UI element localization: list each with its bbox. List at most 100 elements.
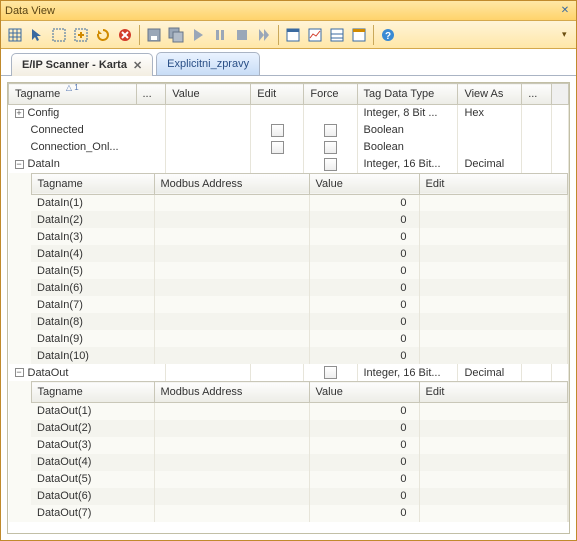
cell-edit bbox=[419, 403, 568, 420]
table-row[interactable]: DataIn(7)0 bbox=[31, 296, 568, 313]
col-dots[interactable]: ... bbox=[136, 84, 166, 105]
cell-value: 0 bbox=[309, 437, 419, 454]
delete-icon[interactable] bbox=[115, 25, 135, 45]
subcol-value[interactable]: Value bbox=[309, 382, 419, 403]
skip-icon[interactable] bbox=[254, 25, 274, 45]
subcol-modbus[interactable]: Modbus Address bbox=[154, 382, 309, 403]
cell-value: 0 bbox=[309, 505, 419, 522]
grid-icon[interactable] bbox=[5, 25, 25, 45]
cell-edit bbox=[419, 313, 568, 330]
cell-value: 0 bbox=[309, 420, 419, 437]
cell-value: 0 bbox=[309, 330, 419, 347]
table-row[interactable]: DataIn(4)0 bbox=[31, 245, 568, 262]
cell-datatype: Boolean bbox=[357, 122, 458, 139]
subcol-tagname[interactable]: Tagname bbox=[31, 382, 154, 403]
subcol-edit[interactable]: Edit bbox=[419, 173, 568, 194]
cell-datatype: Integer, 16 Bit... bbox=[357, 156, 458, 173]
grid-panel[interactable]: △ 1Tagname ... Value Edit Force Tag Data… bbox=[7, 82, 570, 534]
subcol-tagname[interactable]: Tagname bbox=[31, 173, 154, 194]
data-view-window: Data View ✕ ? ▾ E/IP Scanner - Karta ✕ E… bbox=[0, 0, 577, 541]
cell-tagname: Connected bbox=[9, 122, 137, 139]
cell-tagname: DataIn(10) bbox=[31, 347, 154, 364]
tab-label: Explicitni_zpravy bbox=[167, 58, 249, 70]
cell-tagname: DataIn(1) bbox=[31, 194, 154, 211]
chart-icon[interactable] bbox=[305, 25, 325, 45]
row-connection-onl[interactable]: Connection_Onl... Boolean bbox=[9, 139, 569, 156]
cell-value: 0 bbox=[309, 245, 419, 262]
cell-datatype: Integer, 16 Bit... bbox=[357, 364, 458, 381]
save-icon[interactable] bbox=[144, 25, 164, 45]
insert-icon[interactable] bbox=[71, 25, 91, 45]
cell-viewas: Decimal bbox=[458, 156, 522, 173]
table2-icon[interactable] bbox=[327, 25, 347, 45]
table-row[interactable]: DataOut(4)0 bbox=[31, 454, 568, 471]
tab-explicitni[interactable]: Explicitni_zpravy bbox=[156, 52, 260, 75]
record-icon[interactable] bbox=[232, 25, 252, 45]
subcol-value[interactable]: Value bbox=[309, 173, 419, 194]
table-row[interactable]: DataIn(1)0 bbox=[31, 194, 568, 211]
play-icon[interactable] bbox=[188, 25, 208, 45]
sub-header-row: Tagname Modbus Address Value Edit DataOu… bbox=[9, 381, 569, 522]
col-dots2[interactable]: ... bbox=[522, 84, 552, 105]
table-row[interactable]: DataIn(10)0 bbox=[31, 347, 568, 364]
cell-datatype: Integer, 8 Bit ... bbox=[357, 105, 458, 122]
cursor-icon[interactable] bbox=[27, 25, 47, 45]
subcol-modbus[interactable]: Modbus Address bbox=[154, 173, 309, 194]
tab-eip-scanner[interactable]: E/IP Scanner - Karta ✕ bbox=[11, 53, 153, 76]
table-row[interactable]: DataOut(1)0 bbox=[31, 403, 568, 420]
force-checkbox[interactable] bbox=[324, 366, 337, 379]
close-icon[interactable]: ✕ bbox=[558, 4, 572, 18]
cell-viewas: Hex bbox=[458, 105, 522, 122]
force-checkbox[interactable] bbox=[324, 141, 337, 154]
row-datain[interactable]: −DataIn Integer, 16 Bit... Decimal bbox=[9, 156, 569, 173]
pause-icon[interactable] bbox=[210, 25, 230, 45]
separator bbox=[278, 25, 279, 45]
cell-tagname: Config bbox=[28, 107, 60, 119]
table-row[interactable]: DataOut(5)0 bbox=[31, 471, 568, 488]
col-datatype[interactable]: Tag Data Type bbox=[357, 84, 458, 105]
table-row[interactable]: DataIn(9)0 bbox=[31, 330, 568, 347]
table1-icon[interactable] bbox=[283, 25, 303, 45]
force-checkbox[interactable] bbox=[324, 124, 337, 137]
col-force[interactable]: Force bbox=[304, 84, 357, 105]
cell-tagname: DataOut(5) bbox=[31, 471, 154, 488]
cell-value: 0 bbox=[309, 403, 419, 420]
col-viewas[interactable]: View As bbox=[458, 84, 522, 105]
table-row[interactable]: DataIn(5)0 bbox=[31, 262, 568, 279]
table-row[interactable]: DataIn(2)0 bbox=[31, 211, 568, 228]
cell-tagname: DataOut(3) bbox=[31, 437, 154, 454]
select-rect-icon[interactable] bbox=[49, 25, 69, 45]
cell-modbus bbox=[154, 471, 309, 488]
toolbar-overflow-icon[interactable]: ▾ bbox=[562, 29, 572, 40]
cell-tagname: DataOut(2) bbox=[31, 420, 154, 437]
row-config[interactable]: + Config Integer, 8 Bit ... Hex bbox=[9, 105, 569, 122]
col-edit[interactable]: Edit bbox=[251, 84, 304, 105]
collapse-icon[interactable]: − bbox=[15, 160, 24, 169]
save-all-icon[interactable] bbox=[166, 25, 186, 45]
edit-checkbox[interactable] bbox=[271, 141, 284, 154]
window-icon[interactable] bbox=[349, 25, 369, 45]
edit-checkbox[interactable] bbox=[271, 124, 284, 137]
expand-icon[interactable]: + bbox=[15, 109, 24, 118]
tab-close-icon[interactable]: ✕ bbox=[133, 59, 142, 72]
help-icon[interactable]: ? bbox=[378, 25, 398, 45]
force-checkbox[interactable] bbox=[324, 158, 337, 171]
table-row[interactable]: DataOut(6)0 bbox=[31, 488, 568, 505]
cell-edit bbox=[419, 437, 568, 454]
table-row[interactable]: DataIn(6)0 bbox=[31, 279, 568, 296]
cell-edit bbox=[419, 296, 568, 313]
cell-tagname: DataIn(6) bbox=[31, 279, 154, 296]
row-connected[interactable]: Connected Boolean bbox=[9, 122, 569, 139]
col-tagname[interactable]: △ 1Tagname bbox=[9, 84, 137, 105]
collapse-icon[interactable]: − bbox=[15, 368, 24, 377]
col-value[interactable]: Value bbox=[166, 84, 251, 105]
table-row[interactable]: DataIn(8)0 bbox=[31, 313, 568, 330]
scroll-header bbox=[551, 84, 568, 105]
table-row[interactable]: DataOut(7)0 bbox=[31, 505, 568, 522]
table-row[interactable]: DataIn(3)0 bbox=[31, 228, 568, 245]
table-row[interactable]: DataOut(2) 0 bbox=[31, 420, 568, 437]
refresh-icon[interactable] bbox=[93, 25, 113, 45]
row-dataout[interactable]: −DataOut Integer, 16 Bit... Decimal bbox=[9, 364, 569, 381]
subcol-edit[interactable]: Edit bbox=[419, 382, 568, 403]
table-row[interactable]: DataOut(3) 0 bbox=[31, 437, 568, 454]
